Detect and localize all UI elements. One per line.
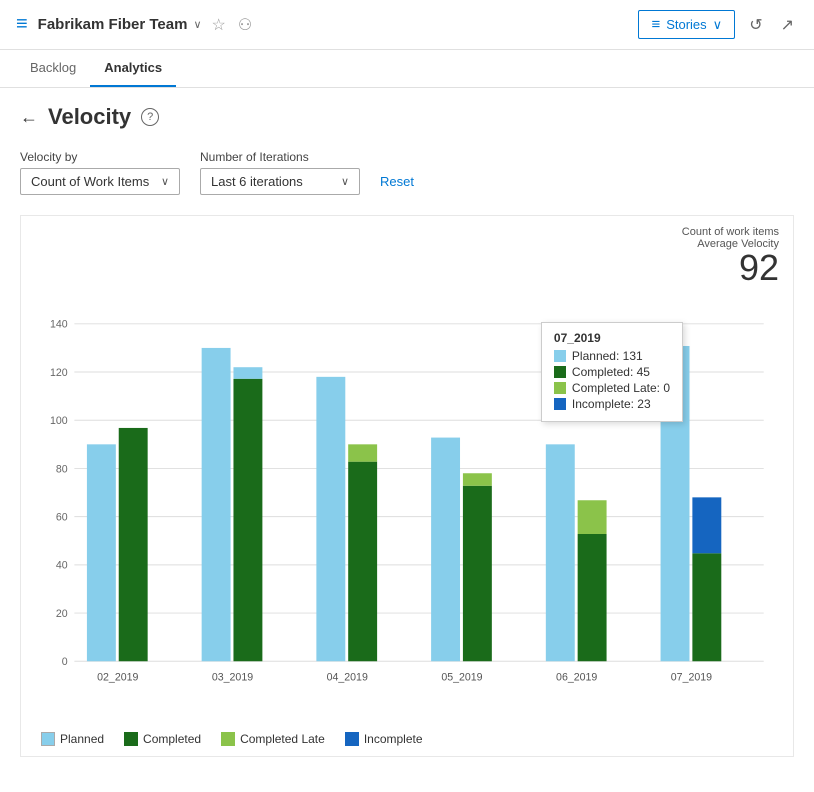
svg-text:100: 100	[50, 415, 68, 427]
tooltip-incomplete-row: Incomplete: 23	[554, 397, 670, 411]
legend-planned-swatch	[41, 732, 55, 746]
stories-label: Stories	[666, 17, 706, 32]
tooltip-completedlate-label: Completed Late: 0	[572, 381, 670, 395]
tooltip-completedlate-row: Completed Late: 0	[554, 381, 670, 395]
legend-planned-label: Planned	[60, 732, 104, 746]
members-icon[interactable]: ⚇	[238, 15, 252, 35]
tooltip-completed-label: Completed: 45	[572, 365, 650, 379]
tab-backlog[interactable]: Backlog	[16, 50, 90, 87]
header: ≡ Fabrikam Fiber Team ∨ ☆ ⚇ ≡ Stories ∨ …	[0, 0, 814, 50]
tooltip-completed-swatch	[554, 366, 566, 378]
tooltip-completedlate-swatch	[554, 382, 566, 394]
nav-tabs: Backlog Analytics	[0, 50, 814, 88]
tooltip-planned-label: Planned: 131	[572, 349, 643, 363]
bar-04-completedlate	[348, 444, 377, 461]
chart-legend: Planned Completed Completed Late Incompl…	[31, 722, 783, 746]
svg-text:04_2019: 04_2019	[327, 672, 368, 684]
bar-02-planned	[87, 444, 116, 661]
svg-text:80: 80	[56, 463, 68, 475]
svg-text:0: 0	[62, 656, 68, 668]
svg-text:120: 120	[50, 367, 68, 379]
stories-button[interactable]: ≡ Stories ∨	[638, 10, 735, 39]
tooltip: 07_2019 Planned: 131 Completed: 45 Compl…	[541, 322, 683, 422]
stories-chevron-icon: ∨	[713, 17, 723, 33]
velocity-by-select[interactable]: Count of Work Items ∨	[20, 168, 180, 195]
bar-04-completed	[348, 462, 377, 662]
chart-meta: Count of work items Average Velocity 92	[31, 226, 783, 286]
bar-07-completed	[692, 553, 721, 661]
velocity-by-group: Velocity by Count of Work Items ∨	[20, 150, 180, 195]
bar-07-incomplete	[692, 497, 721, 553]
legend-completed: Completed	[124, 732, 201, 746]
velocity-by-value: Count of Work Items	[31, 174, 149, 189]
svg-text:03_2019: 03_2019	[212, 672, 253, 684]
help-icon[interactable]: ?	[141, 108, 159, 126]
reset-button[interactable]: Reset	[380, 168, 414, 195]
legend-completed-swatch	[124, 732, 138, 746]
refresh-button[interactable]: ↺	[745, 11, 766, 39]
legend-completedlate-label: Completed Late	[240, 732, 325, 746]
chart-area: 0 20 40 60 80 100 120 140 02_2019	[31, 292, 783, 722]
tooltip-incomplete-swatch	[554, 398, 566, 410]
velocity-by-chevron-icon: ∨	[161, 175, 169, 188]
header-actions: ☆ ⚇	[212, 15, 253, 35]
page-title: Velocity	[48, 104, 131, 130]
legend-incomplete: Incomplete	[345, 732, 423, 746]
stories-icon: ≡	[651, 16, 660, 33]
svg-text:07_2019: 07_2019	[671, 672, 712, 684]
bar-05-completed	[463, 486, 492, 661]
expand-button[interactable]: ↗	[777, 11, 798, 39]
iterations-value: Last 6 iterations	[211, 174, 303, 189]
back-button[interactable]: ←	[20, 107, 38, 128]
chart-metric-label: Count of work items	[31, 226, 779, 238]
svg-text:20: 20	[56, 608, 68, 620]
bar-03-planned	[202, 348, 231, 661]
tooltip-planned-row: Planned: 131	[554, 349, 670, 363]
svg-text:05_2019: 05_2019	[441, 672, 482, 684]
bar-06-completed	[578, 534, 607, 661]
bar-06-planned	[546, 444, 575, 661]
bar-02-completed	[119, 428, 148, 661]
svg-text:40: 40	[56, 560, 68, 572]
chart-avg-label: Average Velocity	[31, 238, 779, 250]
velocity-by-label: Velocity by	[20, 150, 180, 164]
bar-03-completed	[233, 379, 262, 661]
chart-avg-value: 92	[31, 250, 779, 286]
iterations-label: Number of Iterations	[200, 150, 360, 164]
svg-text:06_2019: 06_2019	[556, 672, 597, 684]
iterations-select[interactable]: Last 6 iterations ∨	[200, 168, 360, 195]
svg-text:02_2019: 02_2019	[97, 672, 138, 684]
page-title-row: ← Velocity ?	[20, 104, 794, 130]
bar-04-planned	[316, 377, 345, 661]
svg-text:60: 60	[56, 511, 68, 523]
bar-05-planned	[431, 438, 460, 662]
legend-completed-label: Completed	[143, 732, 201, 746]
header-right: ≡ Stories ∨ ↺ ↗	[638, 10, 798, 39]
tab-analytics[interactable]: Analytics	[90, 50, 176, 87]
tooltip-incomplete-label: Incomplete: 23	[572, 397, 651, 411]
app-icon: ≡	[16, 13, 28, 36]
iterations-group: Number of Iterations Last 6 iterations ∨	[200, 150, 360, 195]
team-chevron-icon[interactable]: ∨	[193, 18, 201, 31]
legend-incomplete-swatch	[345, 732, 359, 746]
iterations-chevron-icon: ∨	[341, 175, 349, 188]
legend-completedlate-swatch	[221, 732, 235, 746]
legend-incomplete-label: Incomplete	[364, 732, 423, 746]
bar-05-completedlate	[463, 473, 492, 486]
tooltip-title: 07_2019	[554, 331, 670, 345]
tooltip-planned-swatch	[554, 350, 566, 362]
legend-completedlate: Completed Late	[221, 732, 325, 746]
chart-container: Count of work items Average Velocity 92 …	[20, 215, 794, 757]
favorite-icon[interactable]: ☆	[212, 15, 226, 35]
tooltip-completed-row: Completed: 45	[554, 365, 670, 379]
bar-03-planned-top	[233, 367, 262, 379]
legend-planned: Planned	[41, 732, 104, 746]
bar-06-completedlate	[578, 500, 607, 534]
team-name: Fabrikam Fiber Team	[38, 16, 188, 33]
content: ← Velocity ? Velocity by Count of Work I…	[0, 88, 814, 773]
svg-text:140: 140	[50, 319, 68, 331]
filters-row: Velocity by Count of Work Items ∨ Number…	[20, 150, 794, 195]
